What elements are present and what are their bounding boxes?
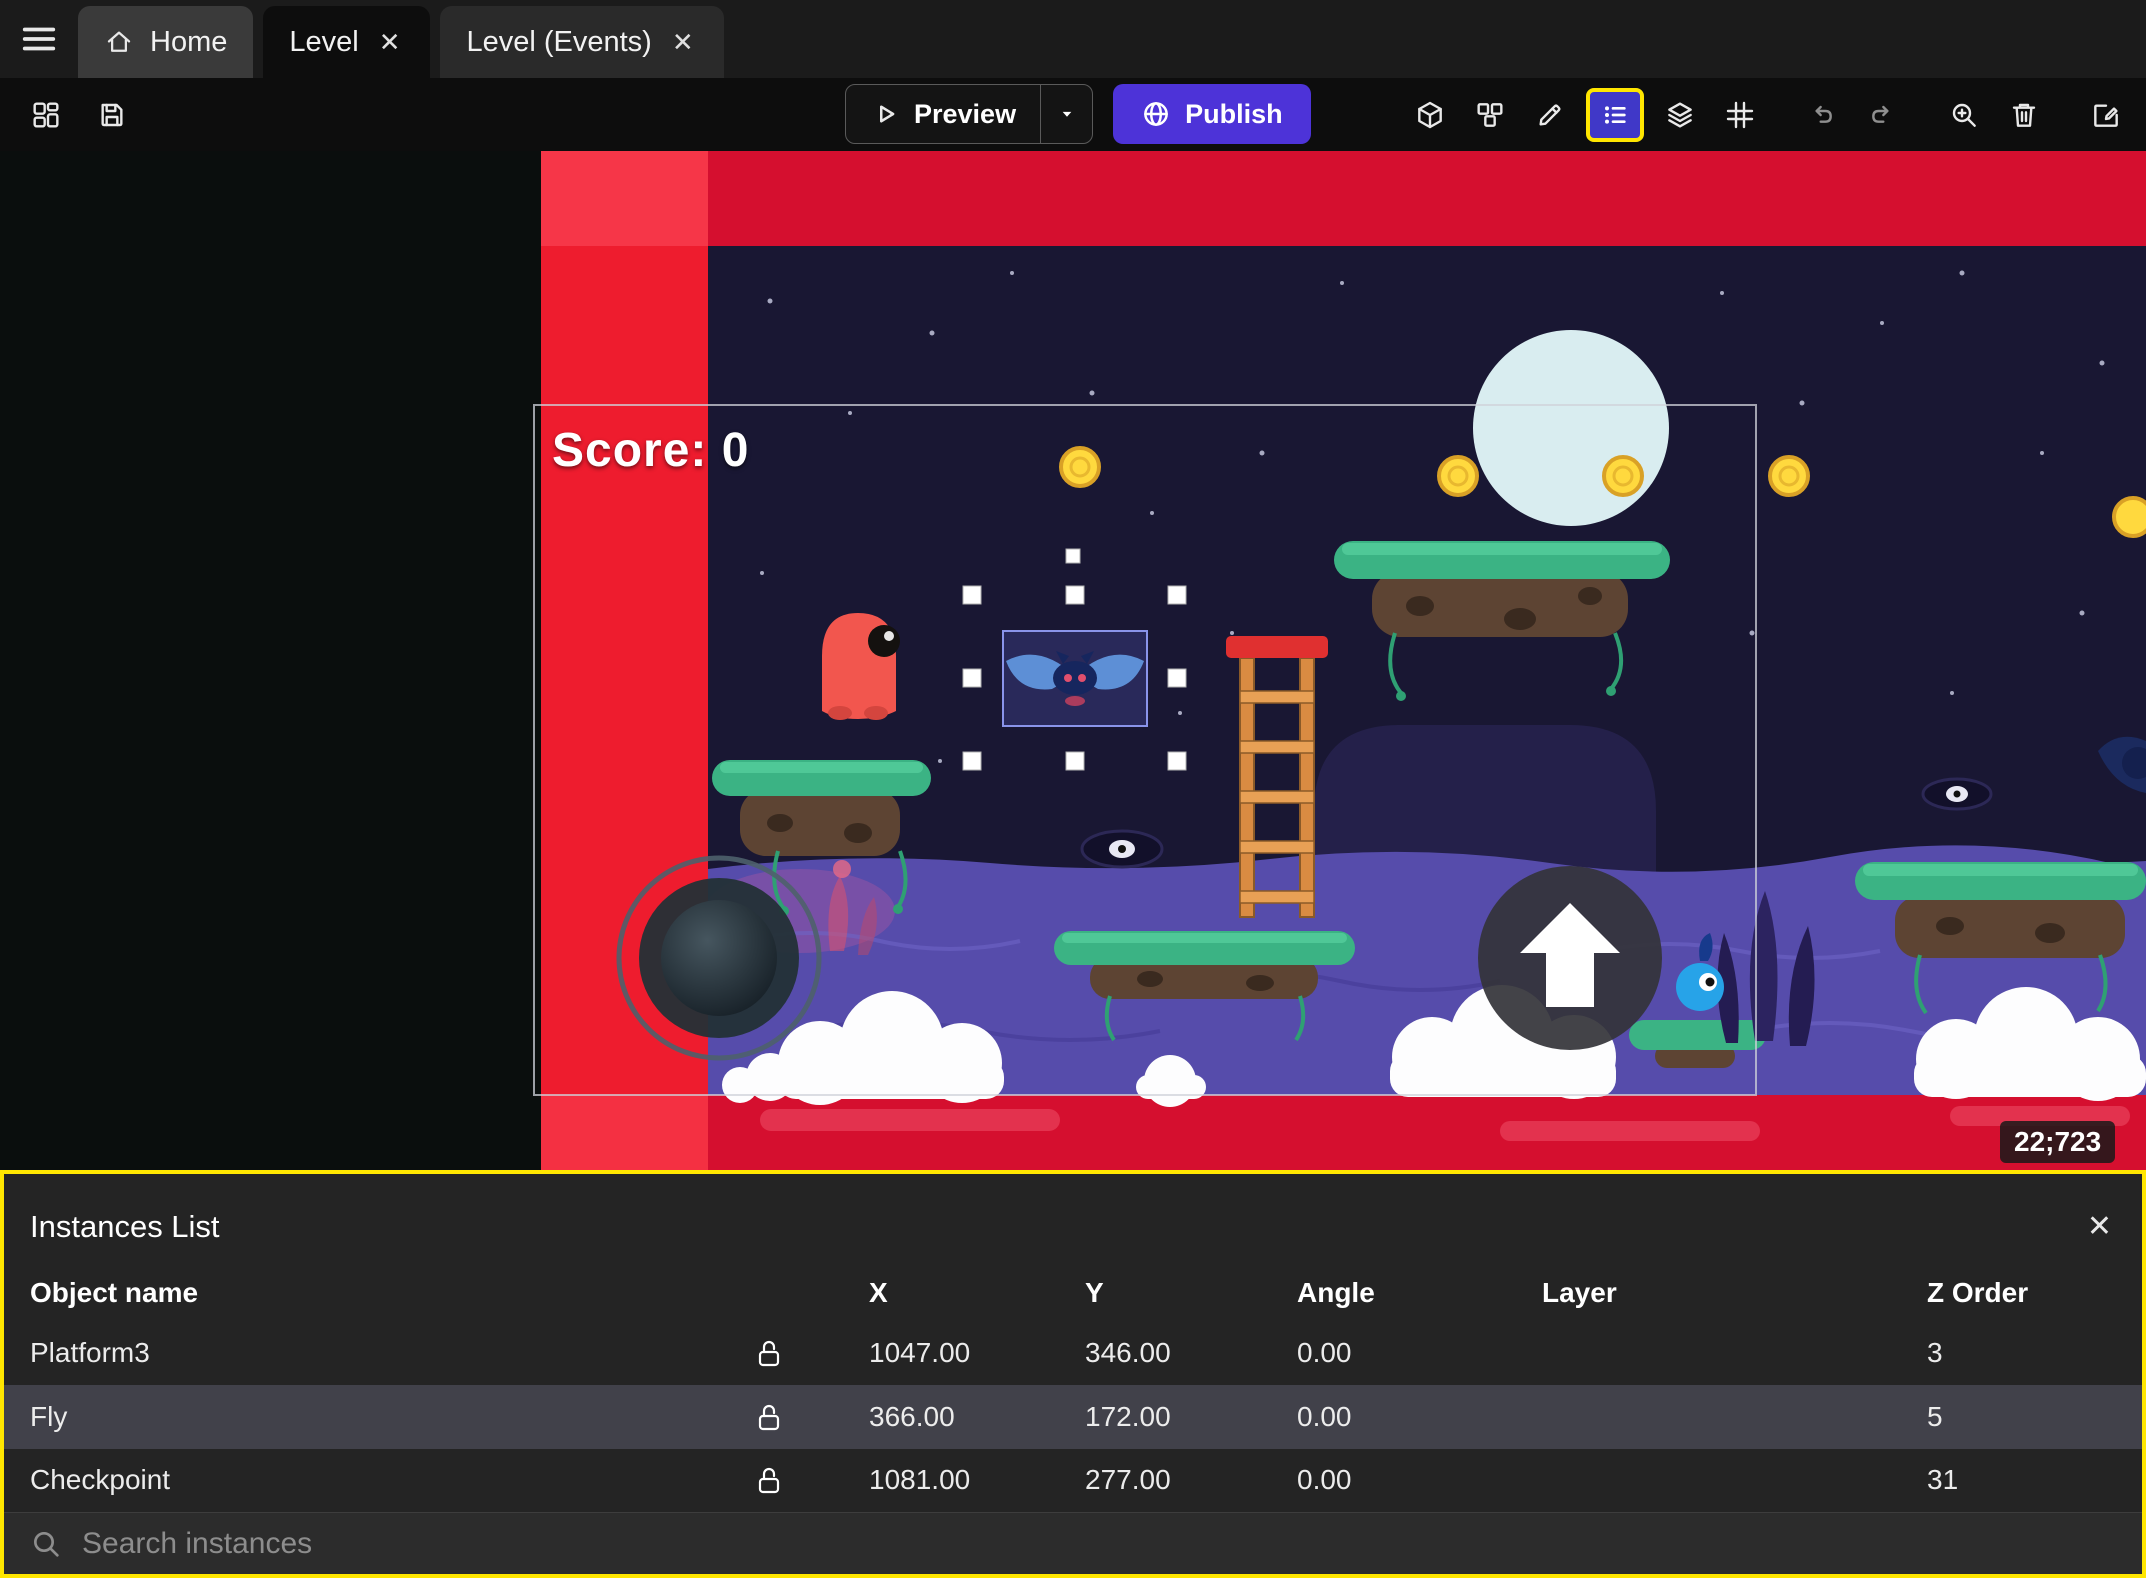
- scene-canvas[interactable]: Score: 0 22;723: [0, 151, 2146, 1170]
- globe-icon: [1144, 102, 1168, 126]
- selected-fly-enemy[interactable]: [1002, 630, 1148, 727]
- editor-toolbar: Preview Publish: [0, 78, 2146, 151]
- project-manager-button[interactable]: [22, 91, 70, 139]
- game-editor-window: Home Level ✕ Level (Events) ✕ Preview Pu…: [0, 0, 2146, 1578]
- score-text-object[interactable]: Score: 0: [552, 423, 749, 478]
- redo-icon: [1872, 105, 1889, 123]
- game-scene: [0, 151, 2146, 1170]
- undo-icon: [1815, 105, 1832, 123]
- player-character[interactable]: [822, 613, 900, 720]
- layers-icon: [1668, 101, 1692, 128]
- edit-mode-button[interactable]: [1526, 91, 1574, 139]
- instance-y: 172.00: [1085, 1400, 1171, 1432]
- undo-button[interactable]: [1798, 91, 1846, 139]
- column-x: X: [869, 1277, 888, 1309]
- lock-toggle-button[interactable]: [756, 1465, 782, 1495]
- pencil-icon: [1539, 103, 1561, 126]
- red-band-bottom: [708, 1095, 2146, 1170]
- object-groups-button[interactable]: [1466, 91, 1514, 139]
- instances-table-header: Object name X Y Angle Layer Z Order: [4, 1266, 2142, 1322]
- unlock-icon: [758, 1468, 780, 1494]
- instance-z-order: 5: [1927, 1400, 1943, 1432]
- edit-scene-button[interactable]: [2082, 91, 2130, 139]
- instance-angle: 0.00: [1297, 1400, 1352, 1432]
- jump-button[interactable]: [1478, 866, 1662, 1050]
- objects-panel-button[interactable]: [1406, 91, 1454, 139]
- preview-options-button[interactable]: [1040, 85, 1092, 143]
- column-z-order: Z Order: [1927, 1277, 2029, 1309]
- instance-y: 277.00: [1085, 1464, 1171, 1496]
- save-icon: [101, 103, 123, 126]
- unlock-icon: [758, 1404, 780, 1430]
- preview-label: Preview: [914, 98, 1017, 129]
- instance-name: Checkpoint: [30, 1464, 171, 1496]
- instances-list-button[interactable]: [1586, 87, 1644, 142]
- tab-home-label: Home: [150, 25, 228, 58]
- instance-z-order: 3: [1927, 1337, 1943, 1369]
- instance-angle: 0.00: [1297, 1337, 1352, 1369]
- instances-list-icon: [1605, 105, 1626, 124]
- grid-icon: [1726, 101, 1754, 128]
- close-icon[interactable]: ✕: [2087, 1209, 2112, 1244]
- tab-level-events[interactable]: Level (Events) ✕: [440, 6, 724, 78]
- dashboard-icon: [33, 101, 59, 128]
- lock-toggle-button[interactable]: [756, 1402, 782, 1432]
- instance-y: 346.00: [1085, 1337, 1171, 1369]
- close-icon[interactable]: ✕: [375, 27, 405, 57]
- column-object-name: Object name: [30, 1277, 199, 1309]
- instance-row[interactable]: Fly 366.00 172.00 0.00 5: [4, 1384, 2142, 1449]
- ghost-eye-creature[interactable]: [1080, 829, 1164, 869]
- zoom-button[interactable]: [1940, 91, 1988, 139]
- tab-level[interactable]: Level ✕: [263, 6, 431, 78]
- cube-icon: [1418, 101, 1442, 128]
- preview-button-group: Preview: [845, 84, 1094, 144]
- panel-title: Instances List: [30, 1208, 220, 1244]
- tab-level-events-label: Level (Events): [466, 25, 652, 58]
- save-button[interactable]: [88, 91, 136, 139]
- unlock-icon: [758, 1341, 780, 1367]
- layers-button[interactable]: [1656, 91, 1704, 139]
- trash-icon: [2012, 103, 2036, 127]
- play-icon: [880, 105, 895, 123]
- tab-level-label: Level: [289, 25, 359, 58]
- column-layer: Layer: [1542, 1277, 1617, 1309]
- delete-button[interactable]: [2000, 91, 2048, 139]
- edit-square-icon: [2094, 103, 2118, 127]
- main-menu-button[interactable]: [0, 0, 78, 78]
- instance-x: 1047.00: [869, 1337, 971, 1369]
- tab-home[interactable]: Home: [78, 6, 254, 78]
- cubes-group-icon: [1477, 102, 1503, 127]
- redo-button[interactable]: [1858, 91, 1906, 139]
- instances-search-bar: [4, 1512, 2142, 1574]
- moon[interactable]: [1473, 330, 1669, 526]
- instance-row[interactable]: Checkpoint 1081.00 277.00 0.00 31: [4, 1449, 2142, 1513]
- column-y: Y: [1085, 1277, 1104, 1309]
- instance-angle: 0.00: [1297, 1464, 1352, 1496]
- preview-button[interactable]: Preview: [846, 85, 1040, 143]
- joystick-control[interactable]: [616, 855, 822, 1061]
- zoom-in-icon: [1952, 103, 1976, 127]
- column-angle: Angle: [1297, 1277, 1375, 1309]
- ghost-eye-creature[interactable]: [1921, 777, 1993, 811]
- instance-x: 366.00: [869, 1400, 955, 1432]
- cursor-coordinates-badge: 22;723: [2000, 1121, 2116, 1163]
- tab-bar: Home Level ✕ Level (Events) ✕: [0, 0, 2146, 78]
- hamburger-icon: [22, 27, 56, 51]
- search-instances-input[interactable]: [82, 1526, 2116, 1561]
- publish-label: Publish: [1185, 98, 1283, 129]
- instance-x: 1081.00: [869, 1464, 971, 1496]
- search-icon: [34, 1531, 59, 1557]
- home-icon: [107, 31, 131, 52]
- grid-button[interactable]: [1716, 91, 1764, 139]
- red-band-top: [708, 151, 2146, 246]
- instance-name: Platform3: [30, 1337, 150, 1369]
- instance-z-order: 31: [1927, 1464, 1959, 1496]
- close-icon[interactable]: ✕: [668, 27, 698, 57]
- chevron-down-icon: [1062, 111, 1071, 117]
- publish-button[interactable]: Publish: [1113, 84, 1311, 144]
- instance-name: Fly: [30, 1400, 68, 1432]
- instances-list-panel: Instances List ✕ Object name X Y Angle L…: [0, 1170, 2146, 1578]
- instance-row[interactable]: Platform3 1047.00 346.00 0.00 3: [4, 1321, 2142, 1385]
- lock-toggle-button[interactable]: [756, 1338, 782, 1368]
